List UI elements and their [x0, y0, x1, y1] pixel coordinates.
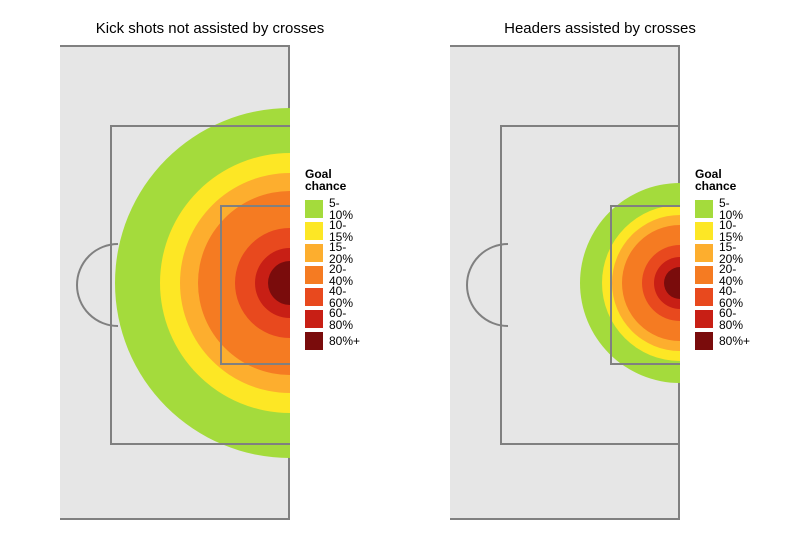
legend-swatch: [695, 244, 713, 262]
legend-swatch: [305, 266, 323, 284]
legend-swatch: [305, 200, 323, 218]
legend-item: 10-15%: [695, 220, 750, 242]
legend-item: 5-10%: [695, 198, 750, 220]
legend-swatch: [695, 288, 713, 306]
panel-title: Headers assisted by crosses: [450, 20, 750, 37]
legend-swatch: [305, 222, 323, 240]
legend-label: 60-80%: [719, 307, 750, 331]
legend-item: 60-80%: [305, 308, 360, 330]
legend: Goal chance 5-10% 10-15% 15-20% 20-40% 4…: [695, 168, 750, 352]
legend-item: 80%+: [695, 330, 750, 352]
legend-swatch: [305, 332, 323, 350]
legend-item: 10-15%: [305, 220, 360, 242]
pitch-area: [60, 45, 290, 520]
legend-item: 40-60%: [305, 286, 360, 308]
legend-label: 60-80%: [329, 307, 360, 331]
legend-swatch: [695, 200, 713, 218]
legend-swatch: [695, 266, 713, 284]
legend-item: 40-60%: [695, 286, 750, 308]
legend-label: 80%+: [329, 335, 360, 347]
legend-item: 15-20%: [305, 242, 360, 264]
legend-title: Goal chance: [695, 168, 750, 192]
panel-kick-shots: Kick shots not assisted by crosses Goal …: [60, 0, 360, 539]
legend-swatch: [695, 332, 713, 350]
legend-swatch: [305, 288, 323, 306]
panel-headers: Headers assisted by crosses Goal chance …: [450, 0, 750, 539]
figure-stage: Kick shots not assisted by crosses Goal …: [0, 0, 785, 539]
legend-swatch: [305, 310, 323, 328]
legend-item: 60-80%: [695, 308, 750, 330]
legend-swatch: [695, 222, 713, 240]
six-yard-box: [220, 205, 290, 365]
legend-item: 20-40%: [695, 264, 750, 286]
legend-swatch: [695, 310, 713, 328]
legend-item: 15-20%: [695, 242, 750, 264]
legend-label: 80%+: [719, 335, 750, 347]
panel-title: Kick shots not assisted by crosses: [60, 20, 360, 37]
legend: Goal chance 5-10% 10-15% 15-20% 20-40% 4…: [305, 168, 360, 352]
legend-item: 80%+: [305, 330, 360, 352]
legend-item: 5-10%: [305, 198, 360, 220]
legend-title: Goal chance: [305, 168, 360, 192]
pitch-area: [450, 45, 680, 520]
legend-swatch: [305, 244, 323, 262]
six-yard-box: [610, 205, 680, 365]
legend-item: 20-40%: [305, 264, 360, 286]
